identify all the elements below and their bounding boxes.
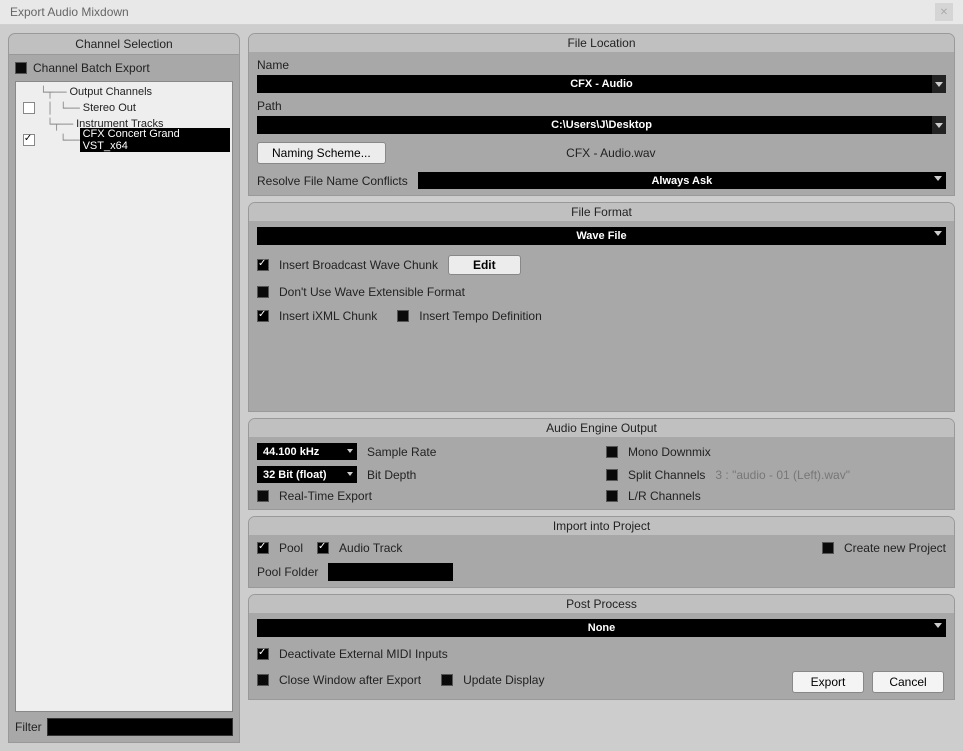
- chevron-down-icon: [932, 75, 946, 93]
- sample-rate-dropdown[interactable]: 44.100 kHz: [257, 443, 357, 460]
- path-dropdown[interactable]: C:\Users\J\Desktop: [257, 116, 946, 134]
- no-wave-extensible-checkbox[interactable]: [257, 286, 269, 298]
- import-project-header: Import into Project: [249, 517, 954, 535]
- tree-node-cfx[interactable]: └── CFX Concert Grand VST_x64: [18, 132, 230, 148]
- chevron-down-icon: [347, 472, 353, 476]
- export-button[interactable]: Export: [792, 671, 864, 693]
- no-wave-extensible-label: Don't Use Wave Extensible Format: [279, 285, 465, 299]
- file-format-header: File Format: [249, 203, 954, 221]
- bit-depth-label: Bit Depth: [367, 468, 416, 482]
- file-location-group: File Location Name CFX - Audio Path C:\U…: [248, 33, 955, 196]
- edit-bwf-button[interactable]: Edit: [448, 255, 521, 275]
- tree-node-stereo-out[interactable]: │ └── Stereo Out: [18, 100, 230, 116]
- update-display-checkbox[interactable]: [441, 674, 453, 686]
- filter-input[interactable]: [47, 718, 233, 736]
- import-project-group: Import into Project Pool Audio Track: [248, 516, 955, 588]
- channel-batch-export-checkbox[interactable]: [15, 62, 27, 74]
- audio-track-label: Audio Track: [339, 541, 402, 555]
- lr-channels-checkbox[interactable]: [606, 490, 618, 502]
- path-label: Path: [257, 99, 946, 113]
- pool-label: Pool: [279, 541, 303, 555]
- cfx-checkbox[interactable]: [23, 134, 35, 146]
- cancel-button[interactable]: Cancel: [872, 671, 944, 693]
- window-title: Export Audio Mixdown: [10, 5, 935, 19]
- chevron-down-icon: [347, 449, 353, 453]
- stereo-out-checkbox[interactable]: [23, 102, 35, 114]
- broadcast-wave-checkbox[interactable]: [257, 259, 269, 271]
- ixml-label: Insert iXML Chunk: [279, 309, 377, 323]
- audio-track-checkbox[interactable]: [317, 542, 329, 554]
- split-channels-label: Split Channels: [628, 468, 705, 482]
- channel-selection-panel: Channel Selection Channel Batch Export └…: [8, 33, 240, 743]
- pool-folder-input[interactable]: [328, 563, 453, 581]
- lr-channels-label: L/R Channels: [628, 489, 701, 503]
- deactivate-midi-checkbox[interactable]: [257, 648, 269, 660]
- create-new-project-checkbox[interactable]: [822, 542, 834, 554]
- create-new-project-label: Create new Project: [844, 541, 946, 555]
- name-dropdown[interactable]: CFX - Audio: [257, 75, 946, 93]
- resolve-conflicts-dropdown[interactable]: Always Ask: [418, 172, 946, 189]
- split-channels-checkbox[interactable]: [606, 469, 618, 481]
- realtime-export-label: Real-Time Export: [279, 489, 372, 503]
- split-naming-dropdown[interactable]: 3 : "audio - 01 (Left).wav": [715, 468, 850, 482]
- chevron-down-icon: [934, 623, 942, 628]
- file-format-dropdown[interactable]: Wave File: [257, 227, 946, 245]
- tempo-definition-checkbox[interactable]: [397, 310, 409, 322]
- audio-engine-group: Audio Engine Output 44.100 kHz Sample Ra…: [248, 418, 955, 510]
- channel-tree[interactable]: └┬── Output Channels │ └── Stereo Out └┬…: [15, 81, 233, 712]
- pool-folder-label: Pool Folder: [257, 565, 318, 579]
- window-titlebar: Export Audio Mixdown ✕: [0, 0, 963, 25]
- sample-rate-label: Sample Rate: [367, 445, 436, 459]
- post-process-header: Post Process: [249, 595, 954, 613]
- tempo-definition-label: Insert Tempo Definition: [419, 309, 542, 323]
- name-label: Name: [257, 58, 946, 72]
- chevron-down-icon: [932, 116, 946, 134]
- close-window-checkbox[interactable]: [257, 674, 269, 686]
- broadcast-wave-label: Insert Broadcast Wave Chunk: [279, 258, 438, 272]
- close-window-label: Close Window after Export: [279, 673, 421, 687]
- chevron-down-icon: [934, 231, 942, 236]
- filter-label: Filter: [15, 720, 42, 734]
- update-display-label: Update Display: [463, 673, 544, 687]
- post-process-dropdown[interactable]: None: [257, 619, 946, 637]
- channel-selection-header: Channel Selection: [8, 33, 240, 54]
- close-icon[interactable]: ✕: [935, 3, 953, 21]
- bit-depth-dropdown[interactable]: 32 Bit (float): [257, 466, 357, 483]
- mono-downmix-label: Mono Downmix: [628, 445, 711, 459]
- ixml-checkbox[interactable]: [257, 310, 269, 322]
- resolve-conflicts-label: Resolve File Name Conflicts: [257, 174, 408, 188]
- deactivate-midi-label: Deactivate External MIDI Inputs: [279, 647, 448, 661]
- file-format-group: File Format Wave File Insert Broadcast W…: [248, 202, 955, 412]
- post-process-group: Post Process None Deactivate External MI…: [248, 594, 955, 700]
- tree-node-output-channels[interactable]: └┬── Output Channels: [18, 84, 230, 100]
- chevron-down-icon: [934, 176, 942, 181]
- filename-preview: CFX - Audio.wav: [396, 146, 826, 160]
- realtime-export-checkbox[interactable]: [257, 490, 269, 502]
- pool-checkbox[interactable]: [257, 542, 269, 554]
- mono-downmix-checkbox[interactable]: [606, 446, 618, 458]
- file-location-header: File Location: [249, 34, 954, 52]
- channel-batch-export-label: Channel Batch Export: [33, 61, 150, 75]
- naming-scheme-button[interactable]: Naming Scheme...: [257, 142, 386, 164]
- audio-engine-header: Audio Engine Output: [249, 419, 954, 437]
